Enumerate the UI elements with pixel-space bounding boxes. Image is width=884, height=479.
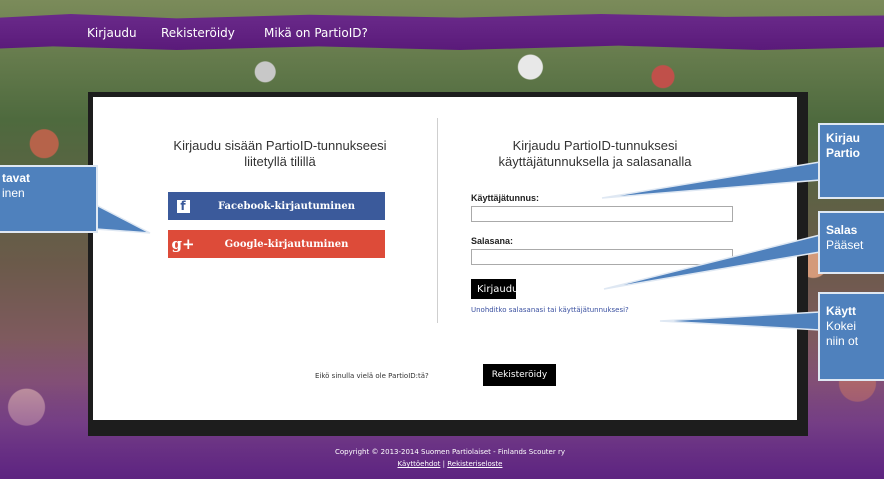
footer-copyright: Copyright © 2013-2014 Suomen Partiolaise…	[335, 448, 565, 456]
username-label: Käyttäjätunnus:	[471, 193, 540, 203]
left-callout-line2: inen	[2, 186, 25, 200]
right-callout-3-line2: Kokei	[826, 319, 857, 333]
right-callout-3: Käytt Kokei niin ot	[818, 292, 884, 381]
right-callout-2-line2: Pääset	[826, 238, 864, 252]
right-callout-1-line1: Kirjau	[826, 131, 861, 145]
nav-register[interactable]: Rekisteröidy	[161, 26, 235, 40]
left-callout: tavat inen	[0, 165, 98, 233]
register-button[interactable]: Rekisteröidy	[483, 364, 556, 386]
facebook-icon: f	[168, 192, 198, 220]
login-button[interactable]: Kirjaudu	[471, 279, 518, 299]
panel-divider	[437, 118, 438, 323]
google-login-label: Google-kirjautuminen	[224, 238, 349, 250]
right-callout-3-line1: Käytt	[826, 304, 857, 318]
credentials-login-title: Kirjaudu PartioID-tunnuksesi käyttäjätun…	[455, 138, 735, 170]
credentials-login-title-line2: käyttäjätunnuksella ja salasanalla	[498, 154, 692, 169]
terms-link[interactable]: Käyttöehdot	[398, 460, 441, 468]
privacy-link[interactable]: Rekisteriseloste	[447, 460, 502, 468]
nav-what-is-partioid[interactable]: Mikä on PartioID?	[264, 26, 368, 40]
forgot-credentials-link[interactable]: Unohditko salasanasi tai käyttäjätunnuks…	[471, 306, 629, 314]
left-callout-line1: tavat	[2, 171, 31, 185]
google-plus-icon: g+	[171, 235, 195, 253]
password-input[interactable]	[471, 249, 733, 265]
footer-separator: |	[442, 460, 445, 468]
facebook-login-button[interactable]: f Facebook-kirjautuminen	[168, 192, 385, 220]
right-callout-3-line3: niin ot	[826, 334, 859, 348]
right-callout-2-line1: Salas	[826, 223, 858, 237]
social-login-title-line2: liitetyllä tilillä	[244, 154, 316, 169]
no-account-prompt: Eikö sinulla vielä ole PartioID:tä?	[315, 372, 429, 380]
username-input[interactable]	[471, 206, 733, 222]
credentials-login-title-line1: Kirjaudu PartioID-tunnuksesi	[512, 138, 678, 153]
right-callout-1: Kirjau Partio	[818, 123, 884, 199]
nav-login[interactable]: Kirjaudu	[87, 26, 137, 40]
right-callout-1-line2: Partio	[826, 146, 861, 160]
google-login-button[interactable]: g+ Google-kirjautuminen	[168, 230, 385, 258]
password-label: Salasana:	[471, 236, 514, 246]
social-login-title: Kirjaudu sisään PartioID-tunnukseesi lii…	[130, 138, 430, 170]
right-callout-2: Salas Pääset	[818, 211, 884, 274]
footer-links: Käyttöehdot | Rekisteriseloste	[200, 460, 700, 468]
facebook-login-label: Facebook-kirjautuminen	[217, 200, 356, 212]
social-login-title-line1: Kirjaudu sisään PartioID-tunnukseesi	[173, 138, 387, 153]
